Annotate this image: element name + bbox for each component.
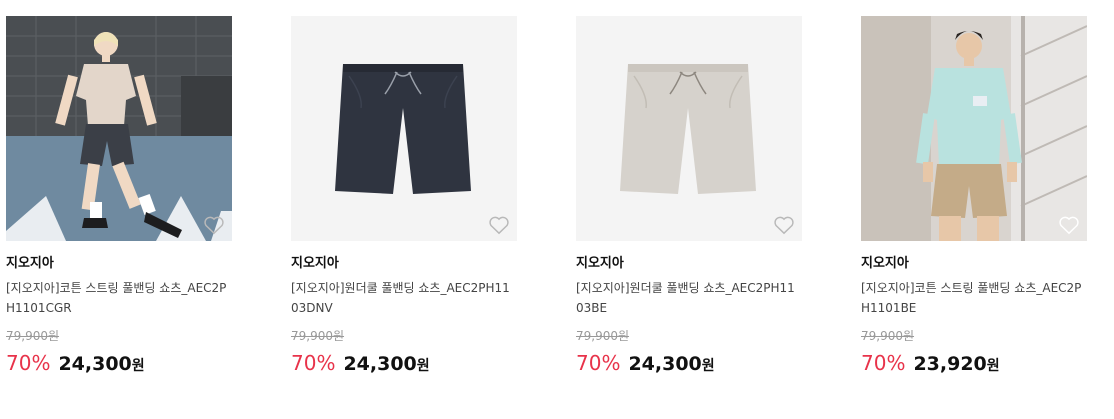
- product-card[interactable]: 지오지아 [지오지아]원더쿨 풀밴딩 쇼츠_AEC2PH1103DNV 79,9…: [291, 16, 517, 379]
- product-name[interactable]: [지오지아]코튼 스트링 풀밴딩 쇼츠_AEC2PH1101CGR: [6, 278, 232, 318]
- sale-price: 24,300: [58, 353, 132, 375]
- currency-unit: 원: [986, 358, 1000, 374]
- sale-price: 23,920: [913, 353, 987, 375]
- discount-rate: 70%: [576, 351, 621, 375]
- original-price: 79,900원: [291, 329, 345, 343]
- price-row: 70% 24,300원: [6, 350, 232, 379]
- product-card[interactable]: 지오지아 [지오지아]코튼 스트링 풀밴딩 쇼츠_AEC2PH1101BE 79…: [861, 16, 1087, 379]
- product-card[interactable]: 지오지아 [지오지아]코튼 스트링 풀밴딩 쇼츠_AEC2PH1101CGR 7…: [6, 16, 232, 379]
- product-image[interactable]: [576, 16, 802, 241]
- brand-name: 지오지아: [291, 256, 339, 271]
- product-image[interactable]: [291, 16, 517, 241]
- product-photo: [861, 16, 1087, 241]
- currency-unit: 원: [416, 358, 430, 374]
- product-image[interactable]: [6, 16, 232, 241]
- heart-outline-icon[interactable]: [773, 215, 795, 235]
- brand-name: 지오지아: [576, 256, 624, 271]
- sale-price: 24,300: [628, 353, 702, 375]
- heart-outline-icon[interactable]: [203, 215, 225, 235]
- product-name[interactable]: [지오지아]코튼 스트링 풀밴딩 쇼츠_AEC2PH1101BE: [861, 278, 1087, 318]
- product-name[interactable]: [지오지아]원더쿨 풀밴딩 쇼츠_AEC2PH1103DNV: [291, 278, 517, 318]
- original-price: 79,900원: [576, 329, 630, 343]
- currency-unit: 원: [131, 358, 145, 374]
- brand-name: 지오지아: [6, 256, 54, 271]
- product-card[interactable]: 지오지아 [지오지아]원더쿨 풀밴딩 쇼츠_AEC2PH1103BE 79,90…: [576, 16, 802, 379]
- price-row: 70% 23,920원: [861, 350, 1087, 379]
- discount-rate: 70%: [6, 351, 51, 375]
- price-row: 70% 24,300원: [576, 350, 802, 379]
- price-row: 70% 24,300원: [291, 350, 517, 379]
- product-photo: [291, 16, 517, 241]
- discount-rate: 70%: [861, 351, 906, 375]
- product-image[interactable]: [861, 16, 1087, 241]
- product-name[interactable]: [지오지아]원더쿨 풀밴딩 쇼츠_AEC2PH1103BE: [576, 278, 802, 318]
- product-grid: 지오지아 [지오지아]코튼 스트링 풀밴딩 쇼츠_AEC2PH1101CGR 7…: [0, 0, 1114, 419]
- original-price: 79,900원: [6, 329, 60, 343]
- discount-rate: 70%: [291, 351, 336, 375]
- brand-name: 지오지아: [861, 256, 909, 271]
- heart-outline-icon[interactable]: [488, 215, 510, 235]
- currency-unit: 원: [701, 358, 715, 374]
- original-price: 79,900원: [861, 329, 915, 343]
- product-photo: [6, 16, 232, 241]
- heart-outline-icon[interactable]: [1058, 215, 1080, 235]
- sale-price: 24,300: [343, 353, 417, 375]
- product-photo: [576, 16, 802, 241]
